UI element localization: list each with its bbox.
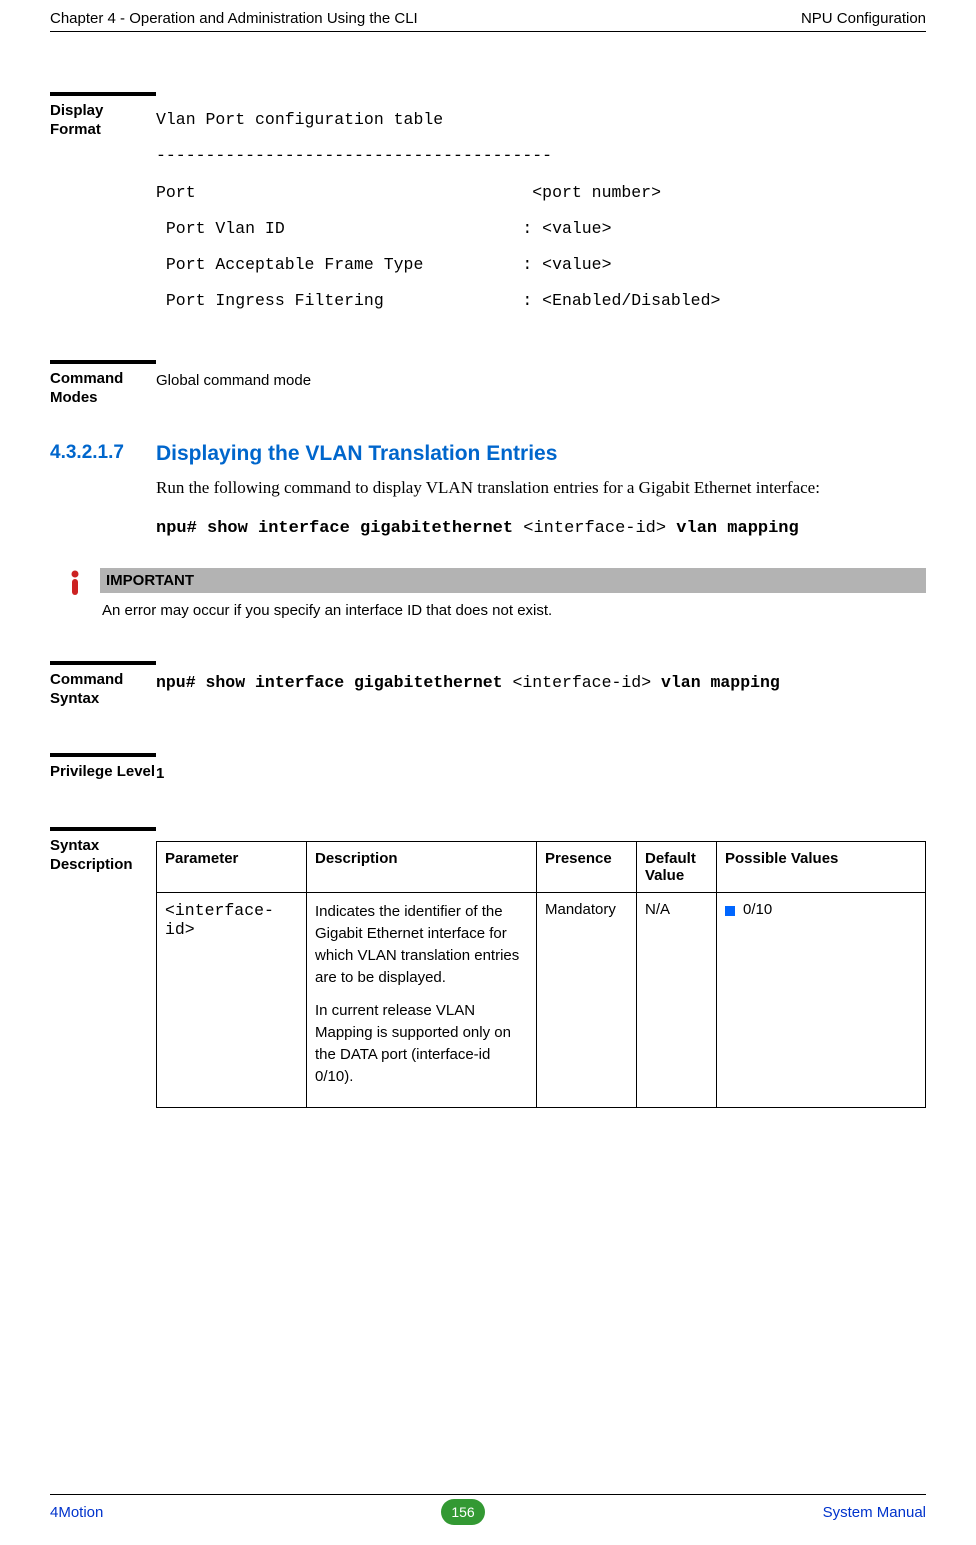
footer-rule [50,1494,926,1495]
header-chapter: Chapter 4 - Operation and Administration… [50,10,418,27]
command-modes-label: Command Modes [50,370,156,408]
th-description: Description [307,842,537,893]
td-possible: 0/10 [717,893,926,1108]
td-description: Indicates the identifier of the Gigabit … [307,893,537,1108]
desc-para-1: Indicates the identifier of the Gigabit … [315,901,528,988]
cs-param: <interface-id> [512,673,651,692]
possible-value: 0/10 [743,901,772,918]
important-note: IMPORTANT An error may occur if you spec… [50,568,926,621]
th-possible: Possible Values [717,842,926,893]
footer-right: System Manual [823,1504,926,1521]
cs-bold-suffix: vlan mapping [651,673,780,692]
command-syntax-label: Command Syntax [50,671,156,709]
cmd-bold-suffix: vlan mapping [666,519,799,538]
th-parameter: Parameter [157,842,307,893]
bullet-square-icon [725,906,735,916]
important-text: An error may occur if you specify an int… [100,593,926,621]
important-label: IMPORTANT [100,568,926,593]
cs-bold-prefix: npu# show interface gigabitethernet [156,673,512,692]
privilege-label: Privilege Level [50,763,156,782]
th-default: Default Value [637,842,717,893]
td-default: N/A [637,893,717,1108]
header-section: NPU Configuration [801,10,926,27]
syntax-description-table: Parameter Description Presence Default V… [156,841,926,1108]
syntax-desc-label: Syntax Description [50,837,156,1108]
command-modes-rule [50,360,156,364]
header-rule [50,31,926,32]
th-presence: Presence [537,842,637,893]
td-parameter: <interface-id> [157,893,307,1108]
display-format-content: Vlan Port configuration table ----------… [156,102,926,320]
privilege-value: 1 [156,763,926,782]
command-modes-value: Global command mode [156,370,926,408]
cmd-param: <interface-id> [523,519,666,538]
section-number: 4.3.2.1.7 [50,442,124,463]
section-command: npu# show interface gigabitethernet <int… [156,519,926,538]
td-presence: Mandatory [537,893,637,1108]
page-header: Chapter 4 - Operation and Administration… [50,0,926,27]
section-body: Run the following command to display VLA… [156,474,926,501]
page-footer: 4Motion 156 System Manual [50,1494,926,1525]
page-number-badge: 156 [441,1499,485,1525]
section-title: Displaying the VLAN Translation Entries [156,442,926,466]
section-heading-row: 4.3.2.1.7 Displaying the VLAN Translatio… [50,442,926,538]
command-syntax-rule [50,661,156,665]
display-format-rule [50,92,156,96]
table-row: <interface-id> Indicates the identifier … [157,893,926,1108]
footer-left: 4Motion [50,1504,103,1521]
command-syntax-value: npu# show interface gigabitethernet <int… [156,671,926,709]
desc-para-2: In current release VLAN Mapping is suppo… [315,1000,528,1087]
syntax-desc-rule [50,827,156,831]
display-format-label: Display Format [50,102,156,320]
table-header-row: Parameter Description Presence Default V… [157,842,926,893]
important-icon [66,570,84,598]
privilege-rule [50,753,156,757]
cmd-bold-prefix: npu# show interface gigabitethernet [156,519,523,538]
